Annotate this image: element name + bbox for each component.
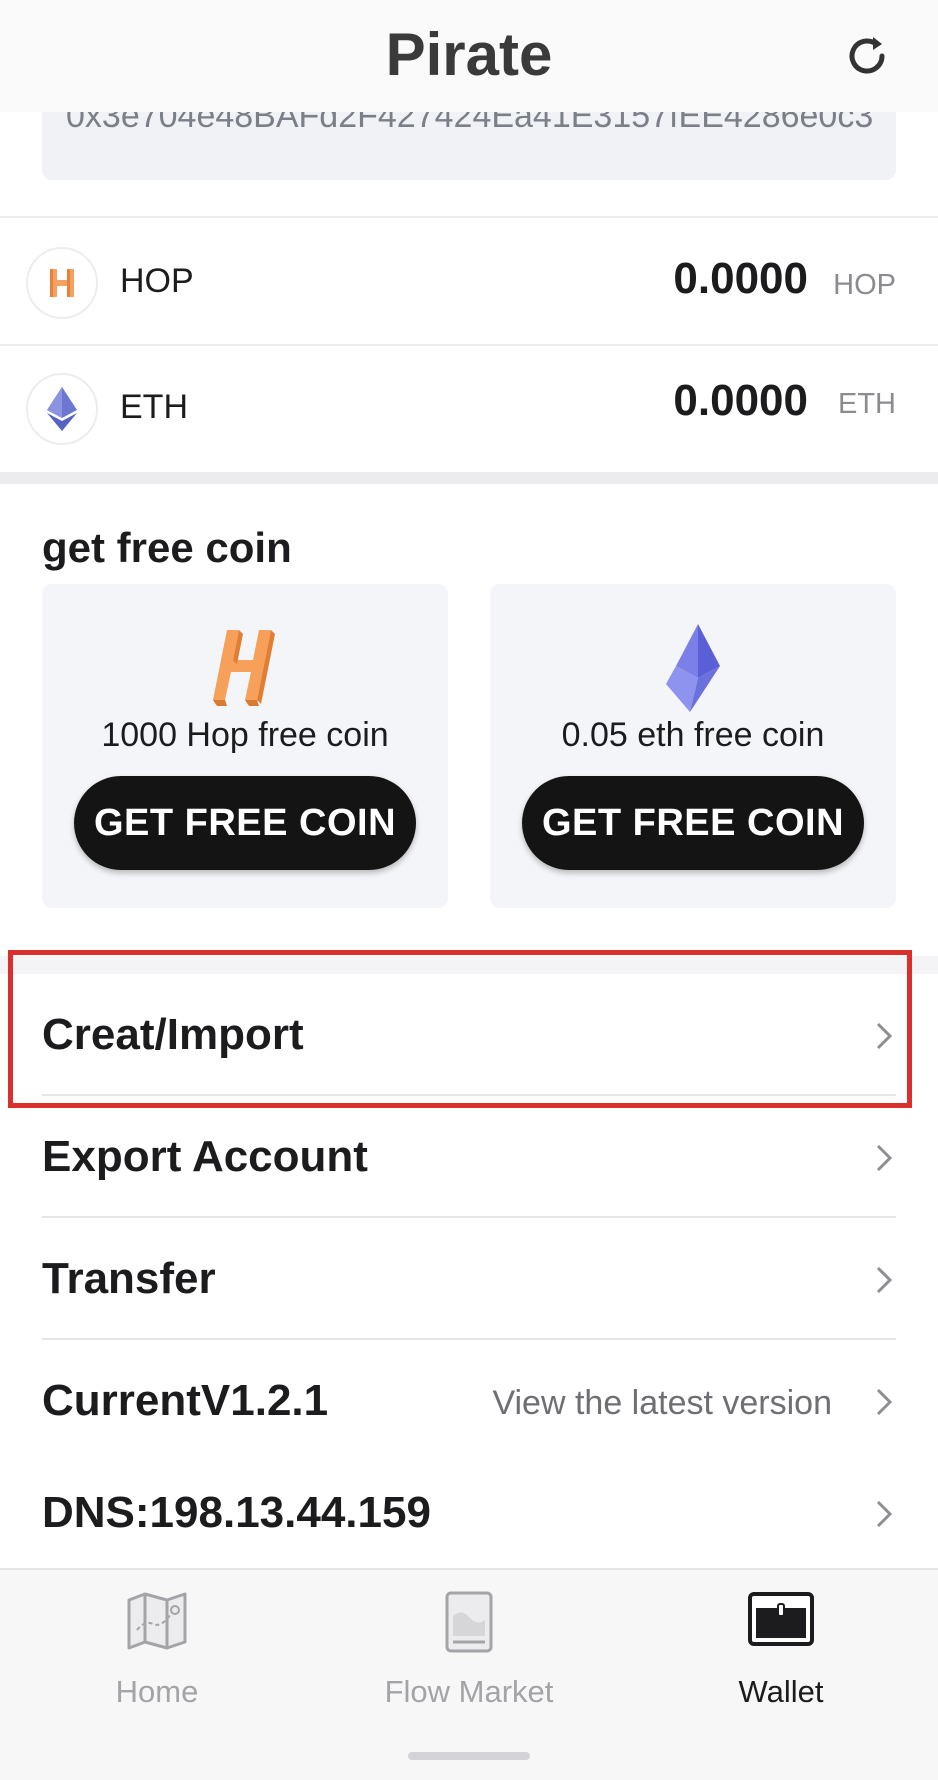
token-unit: HOP [833, 269, 896, 301]
chevron-right-icon [872, 1496, 896, 1532]
chevron-right-icon [872, 1384, 896, 1420]
chevron-right-icon [872, 1140, 896, 1176]
menu-item-creat-import[interactable]: Creat/Import [0, 974, 938, 1096]
menu-item-transfer[interactable]: Transfer [0, 1218, 938, 1340]
get-free-coin-button[interactable]: GET FREE COIN [74, 776, 416, 870]
get-free-coin-button[interactable]: GET FREE COIN [522, 776, 864, 870]
chevron-right-icon [872, 1262, 896, 1298]
token-row-eth[interactable]: ETH 0.0000 ETH [0, 346, 938, 472]
page-title: Pirate [385, 21, 553, 88]
menu-item-label: Creat/Import [42, 1010, 304, 1059]
view-latest-version-link[interactable]: View the latest version [492, 1384, 832, 1423]
section-divider [0, 956, 938, 974]
nav-label: Flow Market [384, 1674, 554, 1709]
free-coin-card-hop: 1000 Hop free coin GET FREE COIN [42, 584, 448, 908]
token-amount: 0.0000 [673, 254, 808, 303]
free-coin-text: 0.05 eth free coin [561, 716, 825, 754]
free-coin-text: 1000 Hop free coin [101, 716, 389, 754]
hop-3d-icon [42, 620, 448, 720]
divider [0, 216, 938, 218]
eth-logo-icon [26, 373, 98, 445]
free-coin-title: get free coin [42, 524, 292, 571]
market-icon [344, 1590, 594, 1658]
menu-item-label: CurrentV1.2.1 [42, 1376, 329, 1425]
home-indicator [408, 1752, 530, 1760]
menu-item-label: DNS:198.13.44.159 [42, 1488, 431, 1537]
nav-item-home[interactable]: Home [32, 1590, 282, 1710]
menu-item-label: Transfer [42, 1254, 216, 1303]
chevron-right-icon [872, 1018, 896, 1054]
nav-item-flow-market[interactable]: Flow Market [344, 1590, 594, 1710]
menu-item-version[interactable]: CurrentV1.2.1 View the latest version [0, 1340, 938, 1462]
app-header: Pirate [0, 0, 938, 112]
token-amount: 0.0000 [673, 376, 808, 425]
token-name: HOP [120, 262, 194, 300]
hop-logo-icon [26, 247, 98, 319]
token-row-hop[interactable]: HOP 0.0000 HOP [0, 220, 938, 346]
map-icon [32, 1590, 282, 1658]
bottom-nav: Home Flow Market Wallet [0, 1568, 938, 1780]
section-divider [0, 472, 938, 484]
wallet-icon [656, 1590, 906, 1658]
eth-3d-icon [490, 620, 896, 720]
nav-item-wallet[interactable]: Wallet [656, 1590, 906, 1710]
free-coin-card-eth: 0.05 eth free coin GET FREE COIN [490, 584, 896, 908]
token-unit: ETH [838, 388, 896, 420]
token-name: ETH [120, 388, 188, 426]
nav-label: Home [115, 1674, 199, 1709]
menu-item-label: Export Account [42, 1132, 368, 1181]
menu-item-export-account[interactable]: Export Account [0, 1096, 938, 1218]
menu-item-dns[interactable]: DNS:198.13.44.159 [0, 1452, 938, 1574]
refresh-icon[interactable] [838, 30, 896, 82]
nav-label: Wallet [738, 1674, 824, 1709]
